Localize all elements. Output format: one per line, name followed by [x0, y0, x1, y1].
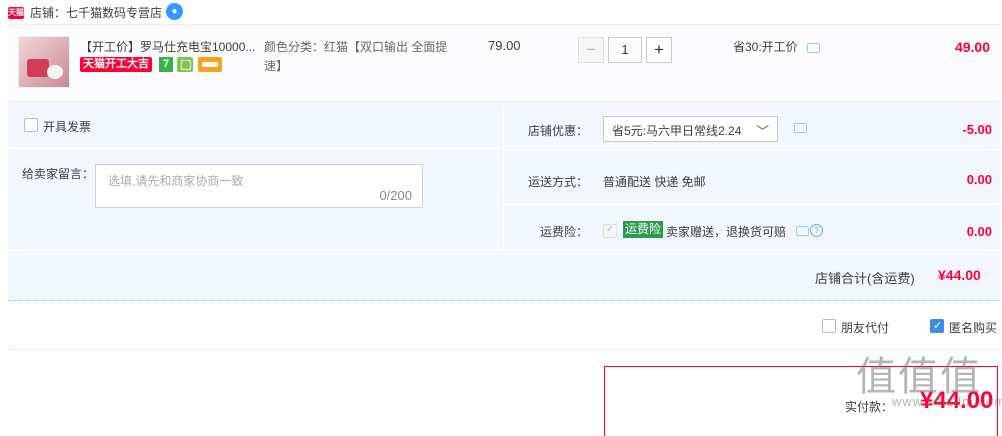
- shipping-label: 运送方式：: [528, 175, 589, 189]
- insurance-text: 卖家赠送，退换货可赔: [666, 225, 787, 239]
- seller-message-textarea[interactable]: 选填,请先和商家协商一致 0/200: [95, 164, 423, 208]
- comment-icon[interactable]: [807, 43, 820, 53]
- promo-tag: 天猫开工大吉: [80, 57, 152, 72]
- item-subtotal: 49.00: [954, 39, 990, 55]
- chevron-down-icon: ﹀: [755, 124, 769, 139]
- unit-price: 79.00: [488, 38, 521, 53]
- friend-pay-checkbox[interactable]: [822, 319, 836, 333]
- shipping-amount: 0.00: [966, 172, 992, 187]
- shop-total-value: ¥44.00: [938, 267, 981, 283]
- watermark-url: www.smzdm.com: [892, 394, 1002, 409]
- divider: [8, 349, 1000, 350]
- shop-discount-value: 省5元:马六甲日常线2.24: [612, 124, 742, 138]
- item-discount-text: 省30:开工价: [733, 40, 798, 54]
- shop-name[interactable]: 店铺：七千猫数码专营店: [30, 4, 162, 21]
- service-guarantee-icon: [177, 57, 193, 72]
- shop-discount-label: 店铺优惠：: [528, 124, 589, 138]
- divider: [8, 148, 503, 149]
- seven-day-return-icon: 7: [159, 57, 173, 72]
- friend-pay-label: 朋友代付: [841, 321, 890, 335]
- sku-info: 颜色分类：红猫【双口输出 全面提速】: [264, 40, 448, 73]
- message-char-count: 0/200: [379, 188, 412, 203]
- shop-total-label: 店铺合计(含运费): [815, 271, 915, 286]
- quantity-increase-button[interactable]: +: [646, 37, 672, 63]
- message-label: 给卖家留言：: [22, 167, 95, 181]
- comment-icon[interactable]: [794, 123, 807, 133]
- shop-discount-select[interactable]: 省5元:马六甲日常线2.24 ﹀: [603, 116, 778, 142]
- comment-icon[interactable]: [796, 226, 809, 236]
- insurance-tag: 运费险: [623, 221, 664, 238]
- invoice-label: 开具发票: [43, 120, 92, 134]
- insurance-label: 运费险：: [540, 225, 589, 239]
- quantity-decrease-button[interactable]: −: [578, 37, 604, 63]
- watermark: 值值值 www.smzdm.com: [856, 344, 1002, 409]
- tmall-badge-icon: 天猫: [8, 7, 24, 19]
- insurance-amount: 0.00: [966, 224, 992, 239]
- shop-discount-amount: -5.00: [962, 122, 992, 137]
- wangwang-chat-icon[interactable]: ●: [166, 3, 183, 20]
- message-placeholder: 选填,请先和商家协商一致: [108, 174, 244, 188]
- insurance-checkbox: [603, 224, 617, 238]
- anonymous-label: 匿名购买: [949, 321, 998, 335]
- help-icon[interactable]: ?: [810, 224, 823, 237]
- product-thumbnail[interactable]: [18, 36, 70, 88]
- order-item-row: [8, 24, 1000, 102]
- product-title[interactable]: 【开工价】罗马仕充电宝10000...: [80, 38, 262, 55]
- invoice-checkbox[interactable]: [24, 118, 38, 132]
- shipping-method: 普通配送 快递 免邮: [603, 175, 706, 189]
- quantity-input[interactable]: 1: [608, 37, 642, 63]
- divider: [503, 204, 1000, 205]
- credit-card-icon: [198, 57, 222, 72]
- divider: [503, 149, 1000, 150]
- anonymous-checkbox[interactable]: [930, 319, 944, 333]
- divider: [503, 102, 504, 249]
